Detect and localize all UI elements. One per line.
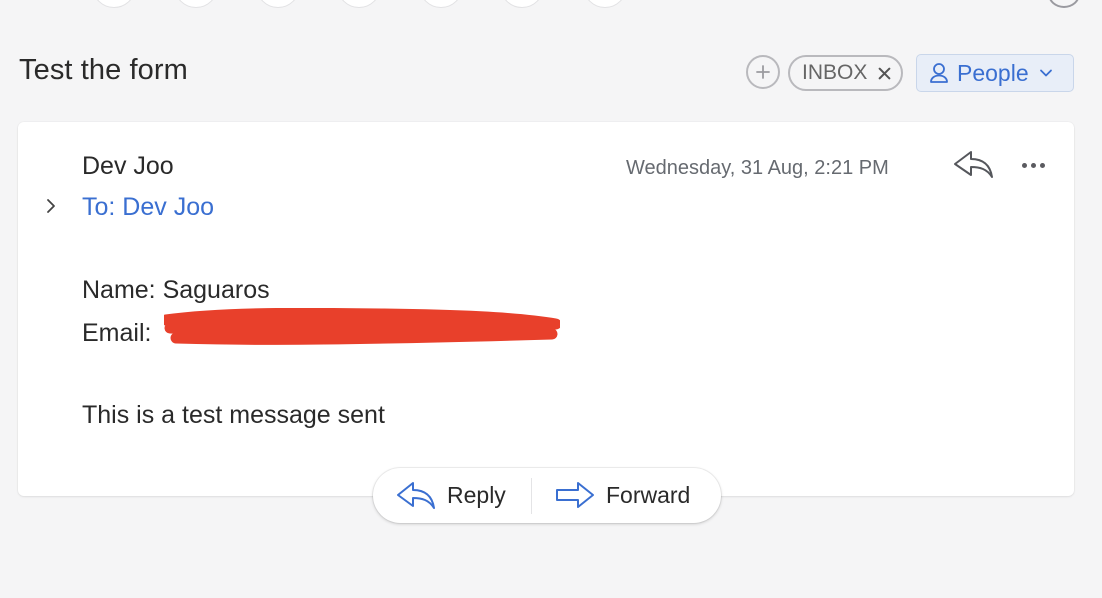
reply-label: Reply xyxy=(447,482,506,508)
toolbar-button[interactable] xyxy=(174,0,218,8)
toolbar-button[interactable] xyxy=(500,0,544,8)
more-icon-dot xyxy=(1039,162,1045,168)
people-button-label: People xyxy=(957,59,1029,86)
close-icon xyxy=(878,67,891,79)
reply-arrow-icon xyxy=(954,151,993,178)
message-date: Wednesday, 31 Aug, 2:21 PM xyxy=(626,157,889,179)
toolbar-button[interactable] xyxy=(92,0,136,8)
forward-label: Forward xyxy=(606,482,691,508)
body-email-line: Email: xyxy=(82,319,518,348)
toolbar-button[interactable] xyxy=(337,0,381,8)
add-label-button[interactable] xyxy=(746,55,780,89)
more-options-button[interactable] xyxy=(1016,154,1050,176)
reply-forward-bar: Reply Forward xyxy=(373,468,721,523)
forward-button[interactable]: Forward xyxy=(532,468,720,523)
reply-button[interactable]: Reply xyxy=(373,468,531,523)
person-icon xyxy=(930,63,948,83)
toolbar-button[interactable] xyxy=(583,0,627,8)
chevron-down-icon xyxy=(1039,69,1052,77)
label-chip-inbox: INBOX xyxy=(788,55,903,91)
plus-icon xyxy=(756,65,770,79)
message-card: Dev Joo To: Dev Joo Wednesday, 31 Aug, 2… xyxy=(18,122,1074,496)
top-toolbar-remnant xyxy=(0,0,1102,14)
people-button[interactable]: People xyxy=(916,54,1074,92)
forward-icon xyxy=(556,481,594,508)
more-icon-dot xyxy=(1021,162,1027,168)
toolbar-button[interactable] xyxy=(256,0,300,8)
more-icon-dot xyxy=(1030,162,1036,168)
body-message-line: This is a test message sent xyxy=(82,401,385,429)
recipient-line[interactable]: To: Dev Joo xyxy=(82,193,214,222)
toolbar-icon[interactable] xyxy=(1048,0,1080,8)
body-email-label: Email: xyxy=(82,319,159,347)
thread-subject: Test the form xyxy=(19,54,188,86)
label-chip-text: INBOX xyxy=(802,61,868,84)
toolbar-button[interactable] xyxy=(419,0,463,8)
sender-name: Dev Joo xyxy=(82,152,174,180)
chevron-right-icon[interactable] xyxy=(44,197,58,215)
body-name-line: Name: Saguaros xyxy=(82,276,270,304)
reply-icon-button[interactable] xyxy=(952,148,996,182)
remove-label-button[interactable] xyxy=(878,67,891,80)
reply-icon xyxy=(397,481,435,509)
email-link-redacted[interactable] xyxy=(158,322,518,346)
